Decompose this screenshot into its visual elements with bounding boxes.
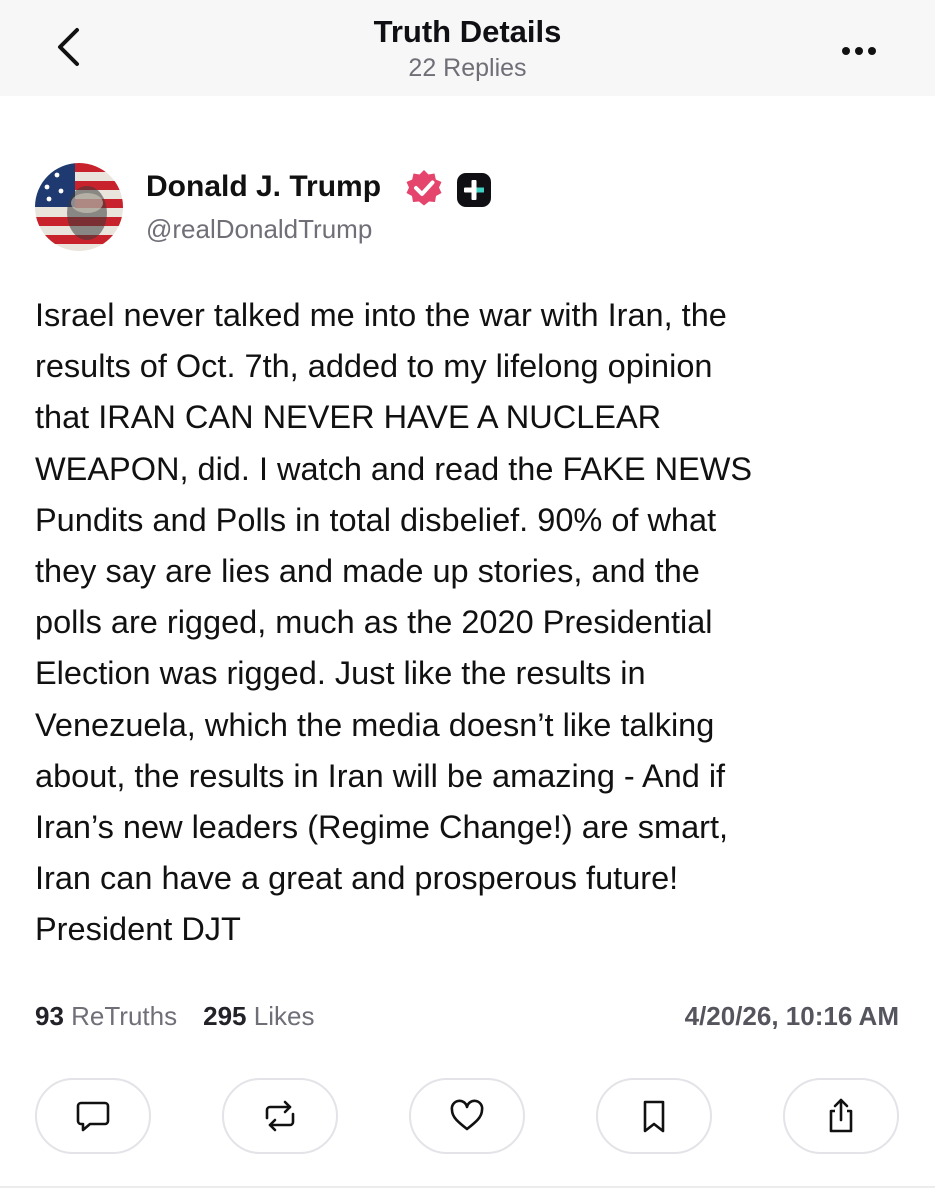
post-text: Israel never talked me into the war with…: [35, 290, 905, 956]
retruths-link[interactable]: 93 ReTruths: [35, 1001, 177, 1031]
divider: [0, 1186, 935, 1188]
post-text-line: WEAPON, did. I watch and read the FAKE N…: [35, 450, 753, 487]
retruth-button[interactable]: [222, 1078, 338, 1154]
avatar[interactable]: [35, 163, 123, 251]
share-icon: [829, 1098, 853, 1133]
like-button[interactable]: [409, 1078, 525, 1154]
header: Truth Details 22 Replies: [0, 0, 935, 96]
bookmark-button[interactable]: [596, 1078, 712, 1154]
verified-badge-icon: [403, 168, 445, 210]
post-text-line: Iran’s new leaders (Regime Change!) are …: [35, 809, 729, 846]
avatar-image: [35, 163, 123, 251]
reply-button[interactable]: [35, 1078, 151, 1154]
likes-link[interactable]: 295 Likes: [203, 1001, 314, 1031]
likes-label: Likes: [253, 1001, 315, 1031]
post-text-line: about, the results in Iran will be amazi…: [35, 757, 726, 794]
post-text-line: Election was rigged. Just like the resul…: [35, 655, 646, 692]
likes-count: 295: [203, 1001, 247, 1031]
reply-count: 22 Replies: [408, 54, 527, 82]
bookmark-icon: [643, 1100, 665, 1133]
post-text-line: that IRAN CAN NEVER HAVE A NUCLEAR: [35, 399, 662, 436]
post-text-line: Pundits and Polls in total disbelief. 90…: [35, 501, 717, 538]
post-text-line: President DJT: [35, 911, 241, 948]
post-stats: 93 ReTruths 295 Likes: [35, 1001, 314, 1032]
post-text-line: they say are lies and made up stories, a…: [35, 553, 700, 590]
post-text-line: Venezuela, which the media doesn’t like …: [35, 706, 715, 743]
ellipsis-icon: [842, 47, 876, 55]
post-timestamp: 4/20/26, 10:16 AM: [684, 1001, 899, 1031]
retruths-label: ReTruths: [71, 1001, 178, 1031]
page-title: Truth Details: [373, 14, 562, 49]
author-name[interactable]: Donald J. Trump: [146, 170, 381, 204]
share-button[interactable]: [783, 1078, 899, 1154]
plus-badge-icon: [456, 172, 492, 208]
retruths-count: 93: [35, 1001, 64, 1031]
reply-icon: [76, 1101, 110, 1132]
more-options-button[interactable]: [834, 36, 884, 66]
post-text-line: results of Oct. 7th, added to my lifelon…: [35, 348, 713, 385]
post-text-line: Israel never talked me into the war with…: [35, 297, 727, 333]
retruth-icon: [265, 1100, 295, 1132]
post-text-line: polls are rigged, much as the 2020 Presi…: [35, 604, 713, 641]
heart-icon: [450, 1099, 484, 1131]
author-handle[interactable]: @realDonaldTrump: [146, 214, 372, 245]
post-text-line: Iran can have a great and prosperous fut…: [35, 860, 679, 897]
